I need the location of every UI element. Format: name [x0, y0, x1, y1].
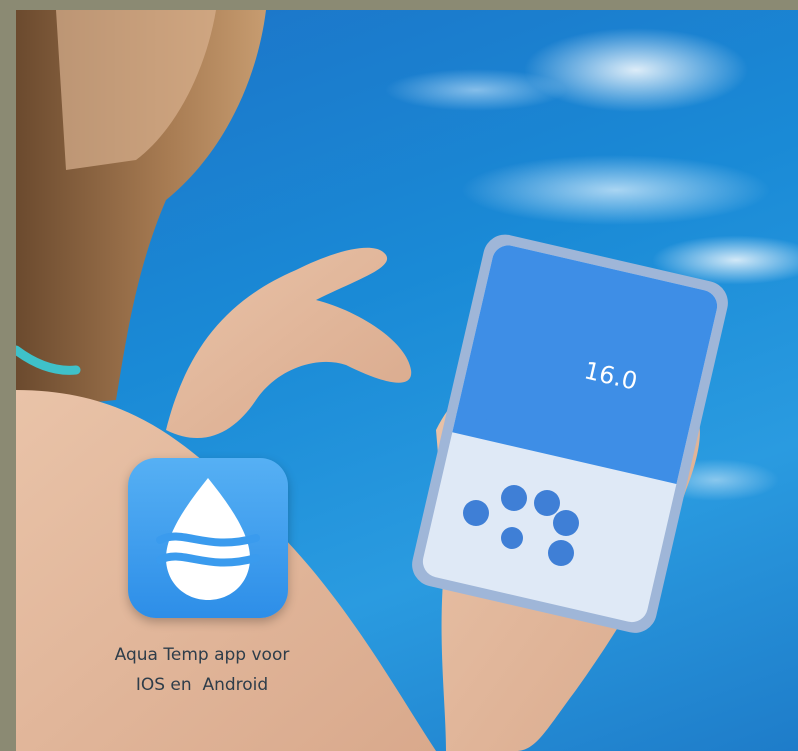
schedule-icon[interactable]: [548, 540, 574, 566]
photo-frame: 16.0 Aqua Temp app voor IOS en Android: [0, 0, 798, 751]
settings-icon[interactable]: [553, 510, 579, 536]
app-caption: Aqua Temp app voor IOS en Android: [82, 640, 322, 700]
mode-icon[interactable]: [501, 485, 527, 511]
timer-icon[interactable]: [534, 490, 560, 516]
power-icon[interactable]: [463, 500, 489, 526]
caption-line-1: Aqua Temp app voor: [114, 645, 290, 665]
pool-photo: 16.0 Aqua Temp app voor IOS en Android: [16, 10, 798, 751]
water-drop-waves-icon: [156, 478, 260, 600]
add-icon[interactable]: [501, 527, 523, 549]
caption-line-2: IOS en Android: [135, 675, 269, 695]
aqua-temp-app-icon: [128, 458, 288, 618]
